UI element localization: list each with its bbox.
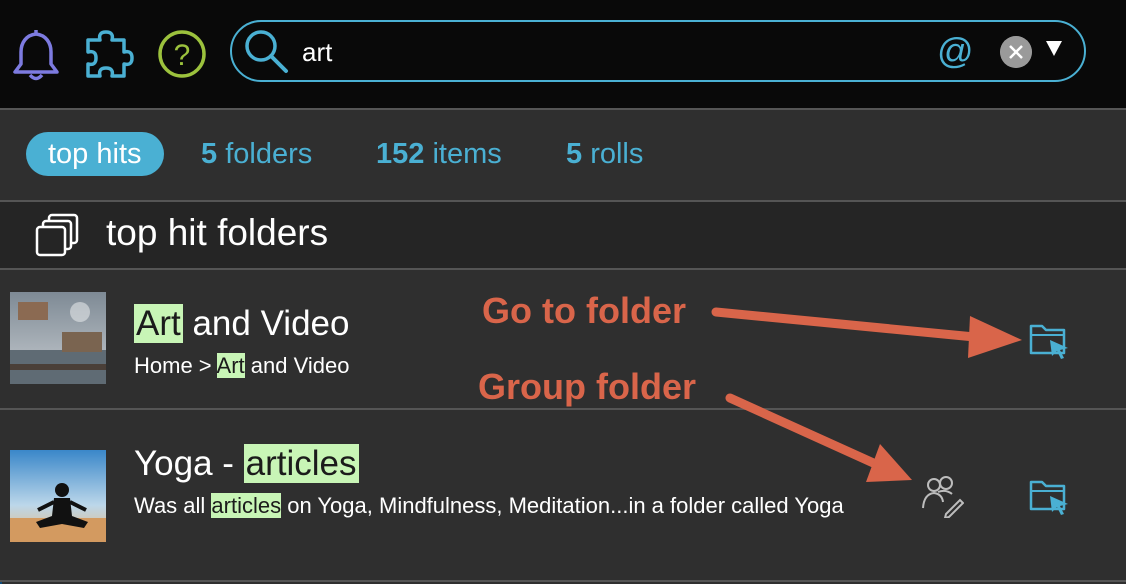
title-prefix: Yoga - xyxy=(134,444,244,483)
tab-count: 5 xyxy=(201,138,218,170)
result-description: Was all articles on Yoga, Mindfulness, M… xyxy=(134,490,874,522)
at-mention-button[interactable]: @ xyxy=(937,30,974,72)
search-icon xyxy=(245,30,288,73)
result-path: Home > Art and Video xyxy=(134,350,349,382)
folder-thumbnail xyxy=(10,292,106,384)
section-header: top hit folders xyxy=(0,202,1126,270)
result-title: Art and Video xyxy=(134,304,349,344)
tab-label: items xyxy=(432,138,502,170)
folder-thumbnail xyxy=(10,450,106,542)
go-to-folder-icon[interactable] xyxy=(1028,320,1070,360)
annotation-go-to-folder: Go to folder xyxy=(482,290,686,331)
tab-top-hits[interactable]: top hits xyxy=(26,132,164,176)
title-rest: and Video xyxy=(182,304,350,343)
tab-count: 5 xyxy=(566,138,583,170)
section-title: top hit folders xyxy=(106,212,329,253)
tab-label: folders xyxy=(225,138,313,170)
desc-rest: on Yoga, Mindfulness, Meditation...in a … xyxy=(281,493,844,518)
help-icon[interactable]: ? xyxy=(156,26,208,82)
filter-tabs: top hits 5 folders 152 items 5 rolls xyxy=(0,110,1126,202)
clear-icon[interactable] xyxy=(1000,36,1032,68)
folders-stack-icon xyxy=(35,213,79,257)
svg-text:?: ? xyxy=(174,39,191,72)
result-row[interactable]: Yoga - articles Was all articles on Yoga… xyxy=(0,410,1126,582)
path-highlight: Art xyxy=(216,353,245,378)
search-box[interactable]: @ xyxy=(230,20,1086,82)
tab-label: rolls xyxy=(590,138,644,170)
go-to-folder-icon[interactable] xyxy=(1028,476,1070,516)
title-highlight: articles xyxy=(243,444,359,483)
result-title: Yoga - articles xyxy=(134,444,359,484)
tab-items[interactable]: 152 items xyxy=(376,132,502,176)
tab-label: top hits xyxy=(48,138,142,170)
path-rest: and Video xyxy=(244,353,350,378)
desc-prefix: Was all xyxy=(134,493,212,518)
annotation-group-folder: Group folder xyxy=(478,366,696,407)
tab-folders[interactable]: 5 folders xyxy=(201,132,312,176)
desc-highlight: articles xyxy=(211,493,282,518)
puzzle-icon[interactable] xyxy=(82,26,134,82)
tab-count: 152 xyxy=(376,138,425,170)
group-folder-icon[interactable] xyxy=(920,474,964,518)
title-highlight: Art xyxy=(134,304,183,343)
search-input[interactable] xyxy=(300,32,904,72)
bell-icon[interactable] xyxy=(10,26,62,82)
top-bar: ? @ xyxy=(0,0,1126,110)
tab-rolls[interactable]: 5 rolls xyxy=(566,132,643,176)
path-prefix: Home > xyxy=(134,353,217,378)
dropdown-arrow-icon[interactable] xyxy=(1044,38,1064,58)
